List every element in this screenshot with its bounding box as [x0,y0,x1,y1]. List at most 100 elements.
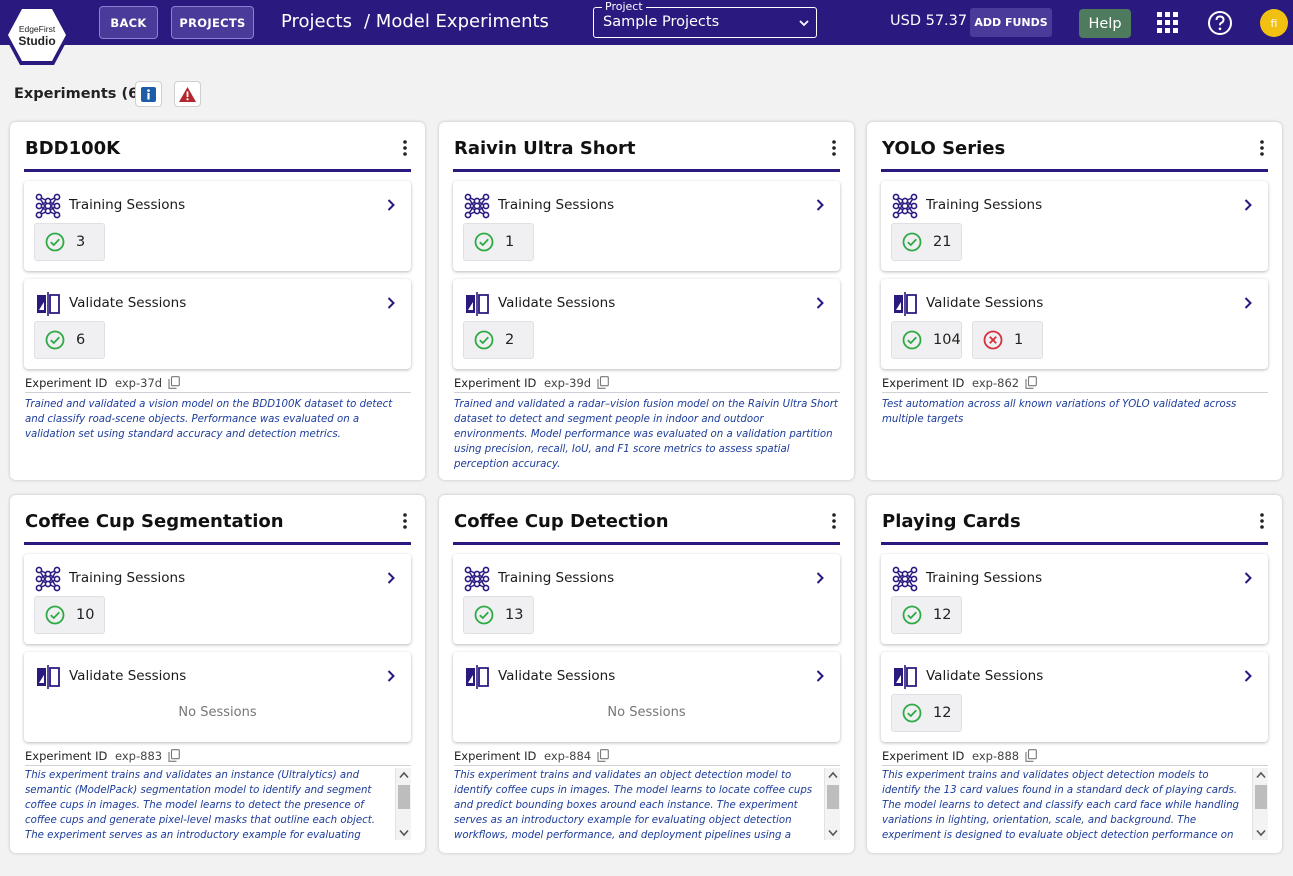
training-sessions-panel[interactable]: Training Sessions 1 [453,181,840,271]
validate-sessions-panel[interactable]: Validate Sessions 6 [24,279,411,369]
chevron-right-icon[interactable] [386,669,396,683]
chevron-right-icon[interactable] [815,571,825,585]
title-divider [453,542,840,545]
validate-sessions-panel[interactable]: Validate Sessions No Sessions [453,652,840,742]
validate-sessions-panel[interactable]: Validate Sessions No Sessions [24,652,411,742]
description-scrollbar[interactable] [395,768,411,840]
user-avatar[interactable]: fi [1260,9,1288,37]
experiment-title[interactable]: Playing Cards [882,511,1021,532]
copy-icon[interactable] [1025,376,1037,389]
success-count-chip[interactable]: 21 [891,223,962,261]
scroll-up-icon[interactable] [1256,771,1266,779]
chevron-right-icon[interactable] [1243,198,1253,212]
kebab-menu-icon[interactable] [832,140,836,156]
kebab-menu-icon[interactable] [832,513,836,529]
success-count-chip[interactable]: 1 [463,223,534,261]
breadcrumb-projects[interactable]: Projects [281,11,352,32]
project-select[interactable]: Project Sample Projects [593,0,817,38]
chevron-right-icon[interactable] [386,198,396,212]
chevron-right-icon[interactable] [815,296,825,310]
experiment-title[interactable]: Raivin Ultra Short [454,138,635,159]
experiment-description-box: This experiment trains and validates an … [454,768,840,840]
scroll-down-icon[interactable] [828,829,838,837]
chevron-right-icon[interactable] [1243,296,1253,310]
validate-sessions-panel[interactable]: Validate Sessions 12 [881,652,1268,742]
kebab-menu-icon[interactable] [1260,513,1264,529]
validate-sessions-icon [466,665,489,689]
experiment-card-yolo-series[interactable]: YOLO Series Training Sessions 21 Validat… [867,122,1282,480]
scroll-thumb[interactable] [398,785,410,809]
warning-button[interactable] [174,81,201,107]
scroll-down-icon[interactable] [1256,829,1266,837]
chevron-right-icon[interactable] [815,198,825,212]
title-divider [881,542,1268,545]
success-count-chip[interactable]: 6 [34,321,105,359]
experiment-card-bdd100k[interactable]: BDD100K Training Sessions 3 Validate Ses… [10,122,425,480]
training-sessions-label: Training Sessions [498,570,615,586]
training-sessions-panel[interactable]: Training Sessions 21 [881,181,1268,271]
help-question-icon[interactable] [1207,10,1233,36]
training-sessions-panel[interactable]: Training Sessions 10 [24,554,411,644]
title-divider [24,542,411,545]
experiment-card-playing-cards[interactable]: Playing Cards Training Sessions 12 Valid… [867,495,1282,853]
validate-sessions-panel[interactable]: Validate Sessions 104 1 [881,279,1268,369]
scroll-up-icon[interactable] [828,771,838,779]
experiment-title[interactable]: YOLO Series [882,138,1005,159]
kebab-menu-icon[interactable] [1260,140,1264,156]
experiment-id-value: exp-37d [115,376,163,390]
scroll-thumb[interactable] [1255,785,1267,809]
scroll-thumb[interactable] [827,785,839,809]
validate-sessions-panel[interactable]: Validate Sessions 2 [453,279,840,369]
success-count-chip[interactable]: 2 [463,321,534,359]
description-scrollbar[interactable] [1252,768,1268,840]
validate-sessions-icon [37,665,60,689]
experiment-id-row: Experiment ID exp-883 [25,748,411,766]
experiment-id-value: exp-862 [972,376,1020,390]
training-sessions-panel[interactable]: Training Sessions 13 [453,554,840,644]
copy-icon[interactable] [597,749,609,762]
scroll-down-icon[interactable] [399,829,409,837]
success-count-chip[interactable]: 10 [34,596,105,634]
chevron-right-icon[interactable] [815,669,825,683]
training-sessions-panel[interactable]: Training Sessions 12 [881,554,1268,644]
experiment-id-value: exp-884 [544,749,592,763]
experiment-card-coffee-cup-detection[interactable]: Coffee Cup Detection Training Sessions 1… [439,495,854,853]
edgefirst-studio-logo[interactable]: EdgeFirst Studio [3,4,71,66]
chevron-right-icon[interactable] [386,571,396,585]
experiment-id-label: Experiment ID [882,749,965,763]
experiment-title[interactable]: Coffee Cup Detection [454,511,669,532]
apps-grid-icon[interactable] [1157,12,1178,33]
validate-sessions-label: Validate Sessions [926,295,1044,311]
copy-icon[interactable] [597,376,609,389]
validate-sessions-icon [894,292,917,316]
description-scrollbar[interactable] [824,768,840,840]
kebab-menu-icon[interactable] [403,140,407,156]
experiments-count-title: Experiments (6) [14,86,145,102]
success-count-chip[interactable]: 13 [463,596,534,634]
success-count-chip[interactable]: 12 [891,694,962,732]
experiment-card-coffee-cup-segmentation[interactable]: Coffee Cup Segmentation Training Session… [10,495,425,853]
chevron-right-icon[interactable] [386,296,396,310]
help-button[interactable]: Help [1079,9,1131,38]
check-circle-icon [474,605,494,625]
experiment-card-raivin-ultra-short[interactable]: Raivin Ultra Short Training Sessions 1 V… [439,122,854,480]
copy-icon[interactable] [168,376,180,389]
warning-icon [179,86,196,102]
scroll-up-icon[interactable] [399,771,409,779]
success-count-chip[interactable]: 3 [34,223,105,261]
success-count-chip[interactable]: 12 [891,596,962,634]
failed-count-chip[interactable]: 1 [972,321,1043,359]
projects-button[interactable]: PROJECTS [171,6,254,39]
kebab-menu-icon[interactable] [403,513,407,529]
experiment-title[interactable]: BDD100K [25,138,120,159]
info-button[interactable] [135,81,162,107]
success-count-chip[interactable]: 104 [891,321,962,359]
chevron-right-icon[interactable] [1243,669,1253,683]
back-button[interactable]: BACK [99,6,158,39]
copy-icon[interactable] [168,749,180,762]
training-sessions-panel[interactable]: Training Sessions 3 [24,181,411,271]
copy-icon[interactable] [1025,749,1037,762]
add-funds-button[interactable]: ADD FUNDS [970,8,1052,37]
chevron-right-icon[interactable] [1243,571,1253,585]
experiment-title[interactable]: Coffee Cup Segmentation [25,511,284,532]
